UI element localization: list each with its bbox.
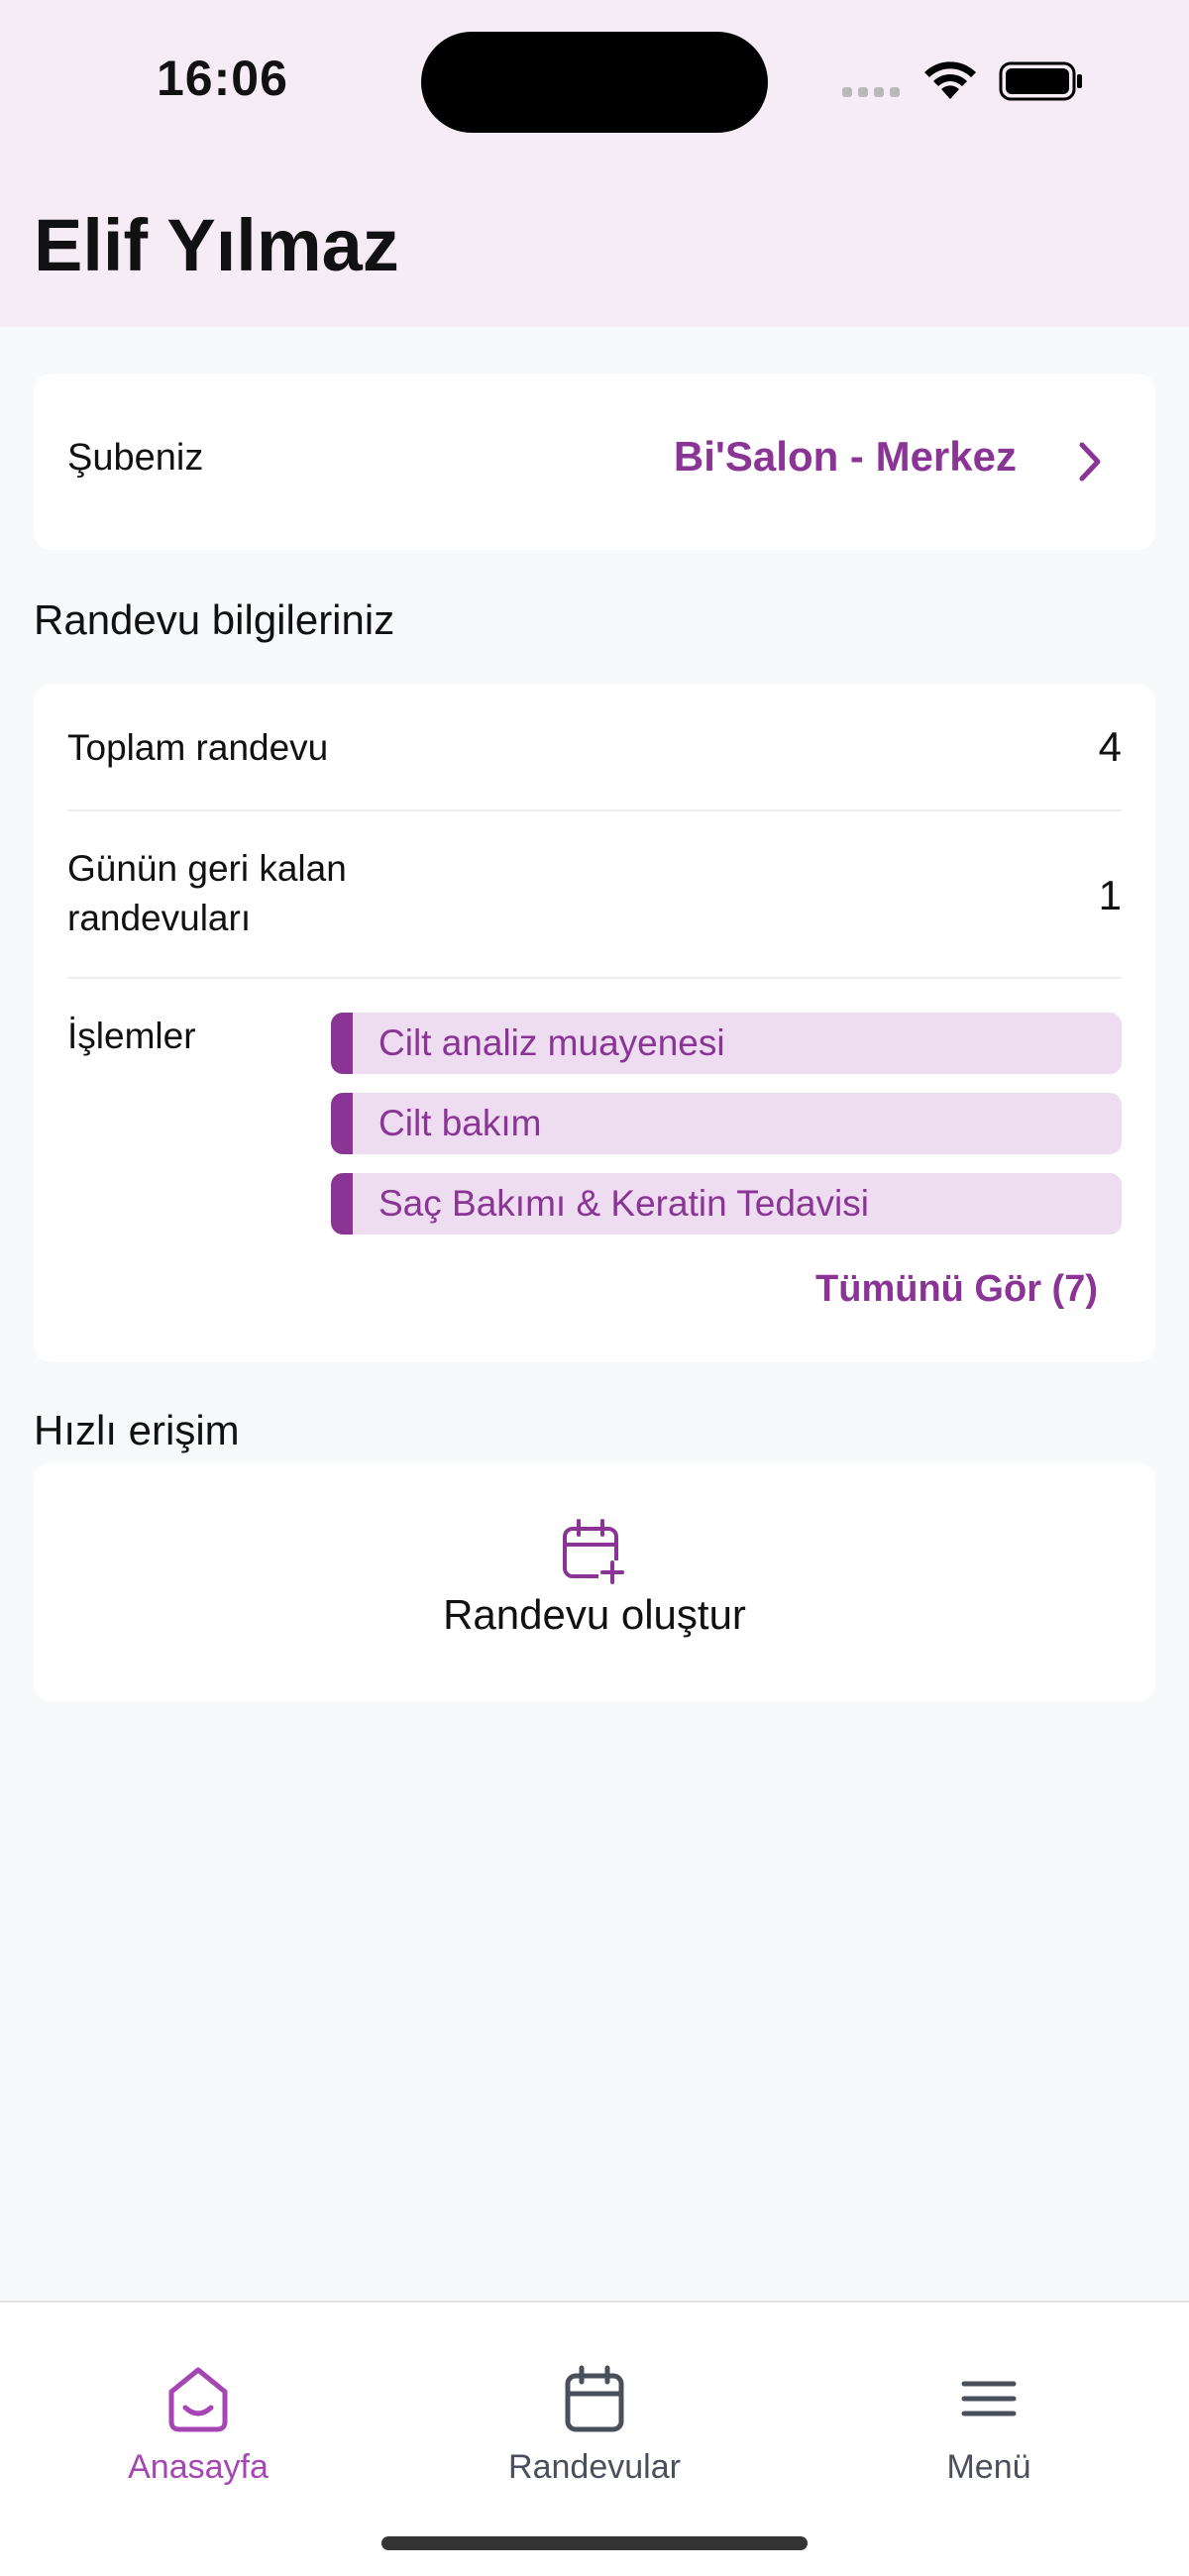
total-appointments-label: Toplam randevu — [67, 727, 329, 768]
home-indicator — [381, 2536, 808, 2550]
home-icon — [168, 2367, 228, 2432]
quick-access-section-title: Hızlı erişim — [34, 1407, 240, 1453]
operations-label: İşlemler — [67, 1016, 196, 1056]
cellular-signal-icon — [842, 87, 900, 97]
create-appointment-label: Randevu oluştur — [443, 1591, 746, 1638]
tab-appointments[interactable]: Randevular — [466, 2362, 723, 2487]
tab-menu[interactable]: Menü — [860, 2362, 1118, 2487]
chevron-right-icon — [1079, 442, 1101, 482]
calendar-icon — [565, 2365, 624, 2432]
branch-label: Şubeniz — [67, 437, 204, 479]
appointments-info-card: Toplam randevu 4 Günün geri kalan randev… — [34, 684, 1155, 1362]
create-appointment-button[interactable]: Randevu oluştur — [34, 1462, 1155, 1702]
page-title: Elif Yılmaz — [34, 204, 399, 286]
tab-bar: Anasayfa Randevular Menü — [0, 2301, 1189, 2576]
branch-value: Bi'Salon - Merkez — [673, 433, 1017, 480]
appointments-section-title: Randevu bilgileriniz — [34, 596, 395, 643]
branch-selector[interactable]: Şubeniz Bi'Salon - Merkez — [34, 374, 1155, 550]
divider — [67, 809, 1122, 811]
wifi-icon — [924, 61, 976, 99]
calendar-plus-icon — [563, 1519, 626, 1586]
operation-item[interactable]: Cilt analiz muayenesi — [331, 1013, 1122, 1074]
operation-item[interactable]: Cilt bakım — [331, 1093, 1122, 1154]
tab-home[interactable]: Anasayfa — [69, 2362, 327, 2487]
tab-home-label: Anasayfa — [128, 2448, 269, 2486]
dynamic-island — [421, 32, 768, 133]
remaining-appointments-value: 1 — [1098, 872, 1122, 918]
operation-item[interactable]: Saç Bakımı & Keratin Tedavisi — [331, 1173, 1122, 1234]
remaining-appointments-label: Günün geri kalan randevuları — [67, 848, 347, 938]
tab-menu-label: Menü — [946, 2448, 1031, 2486]
battery-icon — [999, 61, 1082, 101]
see-all-link[interactable]: Tümünü Gör (7) — [815, 1268, 1098, 1311]
divider — [67, 977, 1122, 979]
status-time: 16:06 — [157, 51, 288, 106]
tab-appointments-label: Randevular — [508, 2448, 681, 2486]
header: 16:06 Elif Yılmaz — [0, 0, 1189, 327]
menu-icon — [961, 2381, 1017, 2416]
total-appointments-value: 4 — [1098, 723, 1122, 770]
